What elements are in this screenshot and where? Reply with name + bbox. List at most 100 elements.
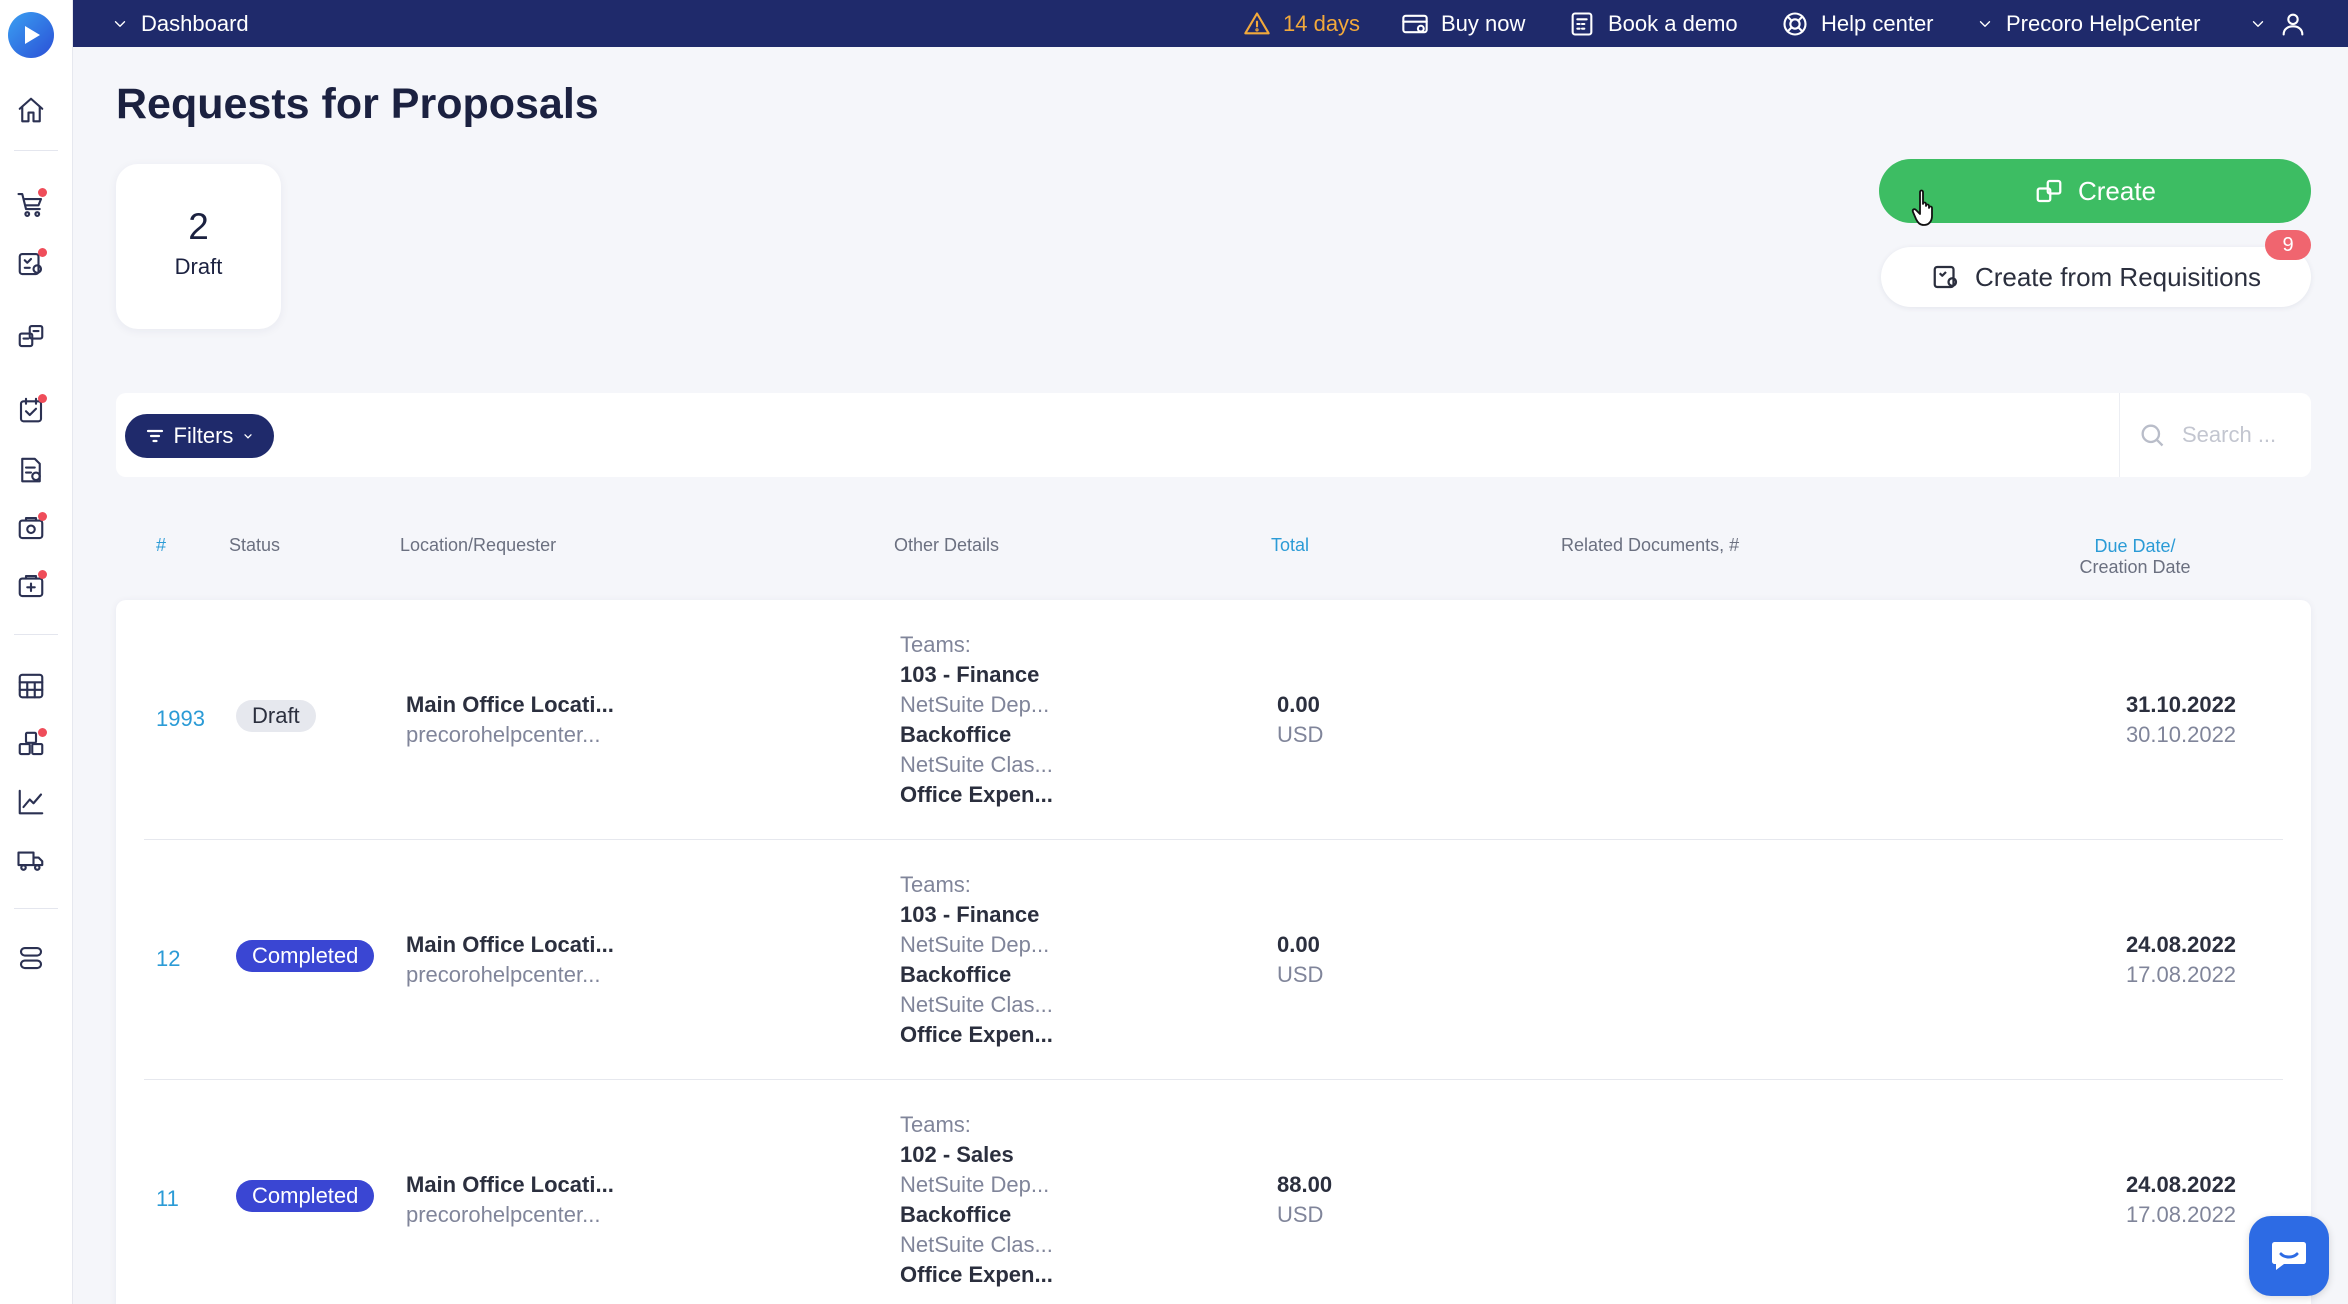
sidebar <box>0 0 73 1304</box>
search-input[interactable] <box>2182 422 2302 448</box>
header-total[interactable]: Total <box>1271 535 1309 556</box>
purchase-orders-icon[interactable] <box>13 452 49 488</box>
buy-now-link[interactable]: Buy now <box>1401 0 1525 47</box>
status-badge: Draft <box>236 700 316 732</box>
card-icon <box>1402 14 1428 33</box>
dashboard-label: Dashboard <box>141 10 249 36</box>
dates-cell: 24.08.2022 17.08.2022 <box>2066 930 2296 990</box>
location-name: Main Office Locati... <box>406 932 614 957</box>
precoro-logo[interactable] <box>8 12 54 58</box>
invoices-icon[interactable] <box>13 568 49 604</box>
other-details-cell: Teams: 103 - Finance NetSuite Dep... Bac… <box>900 870 1053 1050</box>
user-menu[interactable] <box>2249 0 2307 47</box>
chevron-down-icon <box>2252 20 2264 27</box>
teams-label: Teams: <box>900 872 971 897</box>
team-value: 103 - Finance <box>900 662 1040 687</box>
create-from-requisitions-button[interactable]: Create from Requisitions <box>1881 247 2311 307</box>
draft-count: 2 <box>188 206 209 247</box>
sidebar-divider <box>14 150 58 151</box>
book-demo-label: Book a demo <box>1608 10 1738 36</box>
buy-now-label: Buy now <box>1441 10 1526 36</box>
create-label: Create <box>2077 175 2157 206</box>
lifebuoy-icon <box>1783 11 1807 36</box>
chevron-down-icon <box>1979 20 1991 27</box>
status-badge: Completed <box>236 940 375 972</box>
trial-days-label: 14 days <box>1283 10 1361 36</box>
header-related-documents: Related Documents, # <box>1561 535 1740 555</box>
table-row[interactable]: 1993 Draft Main Office Locati... precoro… <box>116 600 2311 840</box>
rfp-id-link[interactable]: 11 <box>156 1186 179 1212</box>
department-label: NetSuite Dep... <box>900 1172 1050 1197</box>
header-id[interactable]: # <box>156 535 166 556</box>
requisitions-count-badge: 9 <box>2265 230 2311 260</box>
total-cell: 0.00 USD <box>1277 930 1323 990</box>
settings-icon[interactable] <box>13 940 49 976</box>
filters-button[interactable]: Filters <box>125 414 274 458</box>
team-value: 103 - Finance <box>900 902 1040 927</box>
company-label: Precoro HelpCenter <box>2006 10 2201 36</box>
class-value: Office Expen... <box>900 1022 1053 1047</box>
requisitions-icon <box>1933 265 1958 289</box>
total-amount: 0.00 <box>1277 692 1320 717</box>
teams-label: Teams: <box>900 1112 971 1137</box>
total-cell: 0.00 USD <box>1277 690 1323 750</box>
rfp-icon[interactable] <box>13 318 49 354</box>
table-row[interactable]: 11 Completed Main Office Locati... preco… <box>116 1080 2311 1304</box>
home-icon[interactable] <box>13 92 49 128</box>
filters-label: Filters <box>173 423 234 448</box>
rfp-icon <box>2036 179 2062 203</box>
table-row[interactable]: 12 Completed Main Office Locati... preco… <box>116 840 2311 1080</box>
rfp-table: 1993 Draft Main Office Locati... precoro… <box>116 600 2311 1304</box>
header-creation-date: Creation Date <box>2079 557 2191 577</box>
header-location: Location/Requester <box>400 535 557 555</box>
inventory-icon[interactable] <box>13 726 49 762</box>
budgets-icon[interactable] <box>13 668 49 704</box>
header-other-details: Other Details <box>894 535 1000 555</box>
class-value: Office Expen... <box>900 1262 1053 1287</box>
department-label: NetSuite Dep... <box>900 932 1050 957</box>
location-cell: Main Office Locati... precorohelpcenter.… <box>406 690 614 750</box>
teams-label: Teams: <box>900 632 971 657</box>
sidebar-divider <box>14 634 58 635</box>
requisitions-icon[interactable] <box>13 246 49 282</box>
receipts-icon[interactable] <box>13 510 49 546</box>
help-center-label: Help center <box>1821 10 1934 36</box>
team-value: 102 - Sales <box>900 1142 1014 1167</box>
header-due-date[interactable]: Due Date/ <box>2070 536 2200 557</box>
currency: USD <box>1277 1202 1324 1227</box>
approvals-icon[interactable] <box>13 392 49 428</box>
book-demo-link[interactable]: Book a demo <box>1568 0 1738 47</box>
draft-stat-card[interactable]: 2 Draft <box>116 164 281 329</box>
cart-icon[interactable] <box>13 186 49 222</box>
header-status: Status <box>229 535 281 555</box>
filter-bar: Filters <box>116 393 2311 477</box>
filter-icon <box>146 429 163 443</box>
currency: USD <box>1277 962 1324 987</box>
class-label: NetSuite Clas... <box>900 992 1053 1017</box>
requester-name: precorohelpcenter... <box>406 722 601 747</box>
top-bar: Dashboard 14 days Buy now Book a demo He… <box>73 0 2348 47</box>
rfp-id-link[interactable]: 1993 <box>156 706 205 732</box>
location-name: Main Office Locati... <box>406 692 614 717</box>
rfp-id-link[interactable]: 12 <box>156 946 180 972</box>
department-value: Backoffice <box>900 1202 1012 1227</box>
company-switcher[interactable]: Precoro HelpCenter <box>1976 0 2200 47</box>
creation-date: 30.10.2022 <box>2125 722 2237 747</box>
chat-widget-button[interactable] <box>2249 1216 2329 1296</box>
create-button[interactable]: Create <box>1879 159 2311 223</box>
requester-name: precorohelpcenter... <box>406 1202 601 1227</box>
trial-warning[interactable]: 14 days <box>1243 0 1360 47</box>
total-cell: 88.00 USD <box>1277 1170 1332 1230</box>
chevron-down-icon <box>244 434 253 439</box>
create-from-requisitions-label: Create from Requisitions <box>1974 261 2262 292</box>
analytics-icon[interactable] <box>13 784 49 820</box>
dashboard-menu[interactable]: Dashboard <box>111 0 249 47</box>
department-value: Backoffice <box>900 962 1012 987</box>
header-dates: Due Date/ Creation Date <box>2070 536 2200 578</box>
search-icon <box>2141 424 2164 447</box>
dates-cell: 31.10.2022 30.10.2022 <box>2066 690 2296 750</box>
suppliers-icon[interactable] <box>13 842 49 878</box>
department-value: Backoffice <box>900 722 1012 747</box>
help-center-link[interactable]: Help center <box>1781 0 1934 47</box>
chevron-down-icon <box>114 20 126 27</box>
